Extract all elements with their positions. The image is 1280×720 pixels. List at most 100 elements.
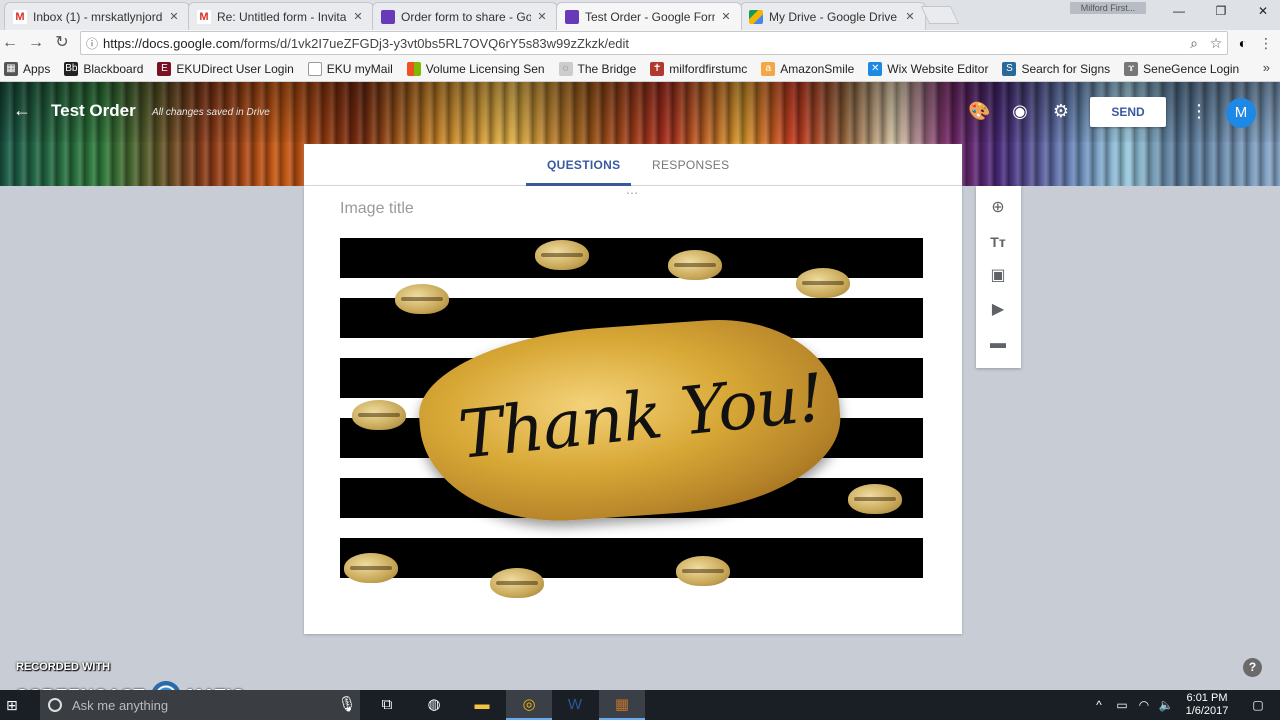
bookmark-label: Blackboard bbox=[83, 61, 144, 76]
drag-handle-icon[interactable]: ⋯ bbox=[626, 186, 639, 200]
bookmark-amazonsmile[interactable]: a AmazonSmile bbox=[761, 61, 854, 76]
wifi-icon[interactable]: ◠ bbox=[1134, 690, 1154, 720]
url-path: /forms/d/1vk2I7ueZFGDj3-y3vt0bs5RL7OVQ6r… bbox=[240, 35, 630, 51]
battery-icon[interactable]: ▭ bbox=[1112, 690, 1132, 720]
cortana-search-box[interactable]: Ask me anything bbox=[40, 690, 360, 720]
tab-re-untitled-form[interactable]: M Re: Untitled form - Invita ✕ bbox=[188, 2, 374, 30]
bookmark-milfordfirstumc[interactable]: ✝ milfordfirstumc bbox=[650, 61, 747, 76]
bookmark-ekudirect[interactable]: E EKUDirect User Login bbox=[157, 61, 294, 76]
drive-icon bbox=[749, 9, 763, 24]
close-icon[interactable]: ✕ bbox=[903, 10, 917, 23]
apps-icon: ▦ bbox=[4, 61, 18, 76]
notifications-icon[interactable]: ▢ bbox=[1246, 690, 1270, 720]
settings-gear-icon[interactable]: ⚙ bbox=[1050, 100, 1072, 122]
app-icon[interactable]: ◍ bbox=[411, 690, 457, 720]
image-item-card[interactable]: ⋯ Image title Thank You! bbox=[304, 186, 962, 634]
clock-date: 1/6/2017 bbox=[1185, 705, 1229, 717]
close-icon[interactable]: ✕ bbox=[535, 10, 549, 23]
close-icon[interactable]: ✕ bbox=[167, 10, 181, 23]
add-section-icon[interactable]: ▬ bbox=[987, 333, 1009, 355]
tab-responses[interactable]: RESPONSES bbox=[652, 158, 729, 172]
lips-decoration bbox=[668, 250, 722, 280]
back-arrow-icon[interactable]: ← bbox=[12, 100, 32, 120]
bookmarks-bar: ▦ Apps Bb Blackboard E EKUDirect User Login… bbox=[0, 56, 1280, 82]
tab-label: Re: Untitled form - Invita bbox=[217, 9, 347, 24]
restore-button[interactable]: ❐ bbox=[1198, 0, 1244, 22]
image-stripe bbox=[340, 238, 923, 248]
bridge-icon: ◌ bbox=[558, 61, 573, 76]
help-icon[interactable]: ? bbox=[1243, 658, 1262, 677]
tab-my-drive[interactable]: My Drive - Google Drive ✕ bbox=[740, 2, 926, 30]
bookmark-eku-mymail[interactable]: EKU myMail bbox=[307, 61, 393, 76]
recorded-with-label: RECORDED WITH bbox=[16, 661, 111, 673]
add-question-icon[interactable]: ⊕ bbox=[987, 197, 1009, 219]
forms-icon bbox=[565, 9, 579, 24]
forms-icon bbox=[381, 9, 395, 24]
address-bar[interactable]: ⓘ https://docs.google.com/forms/d/1vk2I7… bbox=[80, 31, 1228, 55]
system-clock[interactable]: 6:01 PM 1/6/2017 bbox=[1180, 692, 1234, 718]
bookmark-wix[interactable]: ✕ Wix Website Editor bbox=[868, 61, 988, 76]
add-item-toolbar: ⊕ Tт ▣ ▶ ▬ bbox=[976, 186, 1021, 368]
thank-you-image[interactable]: Thank You! bbox=[340, 238, 923, 598]
task-view-icon[interactable]: ⧉ bbox=[364, 690, 410, 720]
back-icon[interactable]: ← bbox=[0, 33, 20, 53]
tray-overflow-icon[interactable]: ^ bbox=[1090, 690, 1108, 720]
bookmark-apps[interactable]: ▦ Apps bbox=[4, 61, 51, 76]
bookmark-volume-licensing[interactable]: Volume Licensing Sen bbox=[406, 61, 545, 76]
add-video-icon[interactable]: ▶ bbox=[987, 299, 1009, 321]
chrome-icon[interactable]: ◎ bbox=[506, 690, 552, 720]
close-icon[interactable]: ✕ bbox=[719, 10, 733, 23]
profile-chip[interactable]: Milford First... bbox=[1070, 2, 1146, 14]
bookmark-label: Apps bbox=[23, 61, 51, 76]
image-title-field[interactable]: Image title bbox=[340, 200, 414, 218]
extension-icon[interactable]: ◐ bbox=[1233, 33, 1253, 53]
tab-order-form[interactable]: Order form to share - Go ✕ bbox=[372, 2, 558, 30]
info-icon[interactable]: ⓘ bbox=[81, 35, 103, 52]
minimize-button[interactable]: — bbox=[1156, 0, 1202, 22]
bookmark-senegence[interactable]: ɤ SeneGence Login bbox=[1124, 61, 1239, 76]
form-tabs: QUESTIONS RESPONSES bbox=[304, 144, 962, 186]
file-explorer-icon[interactable]: ▬ bbox=[459, 690, 505, 720]
menu-icon[interactable]: ⋮ bbox=[1256, 33, 1276, 53]
screencast-app-icon[interactable]: ▦ bbox=[599, 690, 645, 720]
preview-eye-icon[interactable]: ◉ bbox=[1009, 100, 1031, 122]
word-icon[interactable]: W bbox=[552, 690, 598, 720]
add-title-icon[interactable]: Tт bbox=[987, 231, 1009, 253]
search-placeholder: Ask me anything bbox=[72, 697, 169, 713]
bookmark-star-icon[interactable]: ☆ bbox=[1205, 35, 1227, 52]
tab-inbox[interactable]: M Inbox (1) - mrskatlynjord ✕ bbox=[4, 2, 190, 30]
tab-label: Order form to share - Go bbox=[401, 9, 531, 24]
lips-decoration bbox=[796, 268, 850, 298]
tab-label: My Drive - Google Drive bbox=[769, 9, 898, 24]
gmail-icon: M bbox=[13, 9, 27, 24]
clock-time: 6:01 PM bbox=[1186, 692, 1228, 704]
bookmark-the-bridge[interactable]: ◌ The Bridge bbox=[558, 61, 636, 76]
zoom-icon[interactable]: ⌕ bbox=[1183, 35, 1205, 52]
form-title[interactable]: Test Order bbox=[51, 101, 136, 121]
reload-icon[interactable]: ↻ bbox=[52, 33, 72, 53]
page-icon bbox=[307, 61, 322, 76]
new-tab-button[interactable] bbox=[920, 6, 960, 24]
add-image-icon[interactable]: ▣ bbox=[987, 265, 1009, 287]
volume-icon[interactable]: 🔈 bbox=[1156, 690, 1176, 720]
bookmark-label: EKUDirect User Login bbox=[176, 61, 294, 76]
send-button[interactable]: SEND bbox=[1090, 97, 1166, 127]
bookmark-search-for-signs[interactable]: S Search for Signs bbox=[1002, 61, 1111, 76]
window-close-button[interactable]: ✕ bbox=[1240, 0, 1280, 22]
lips-decoration bbox=[352, 400, 406, 430]
tab-test-order[interactable]: Test Order - Google Form ✕ bbox=[556, 2, 742, 30]
tab-label: Test Order - Google Form bbox=[585, 9, 715, 24]
bookmark-label: EKU myMail bbox=[326, 61, 393, 76]
bookmarks-overflow-icon[interactable]: » bbox=[1263, 60, 1270, 75]
close-icon[interactable]: ✕ bbox=[351, 10, 365, 23]
bookmark-blackboard[interactable]: Bb Blackboard bbox=[64, 61, 144, 76]
windows-start-icon[interactable]: ⊞ bbox=[6, 697, 22, 713]
palette-icon[interactable]: 🎨 bbox=[968, 100, 990, 122]
forward-icon[interactable]: → bbox=[26, 33, 46, 53]
eku-icon: E bbox=[157, 61, 172, 76]
more-options-icon[interactable]: ⋮ bbox=[1188, 100, 1210, 122]
cortana-circle-icon bbox=[48, 698, 62, 712]
tab-questions[interactable]: QUESTIONS bbox=[547, 158, 620, 172]
bookmark-label: Search for Signs bbox=[1021, 61, 1111, 76]
avatar[interactable]: M bbox=[1226, 98, 1256, 128]
